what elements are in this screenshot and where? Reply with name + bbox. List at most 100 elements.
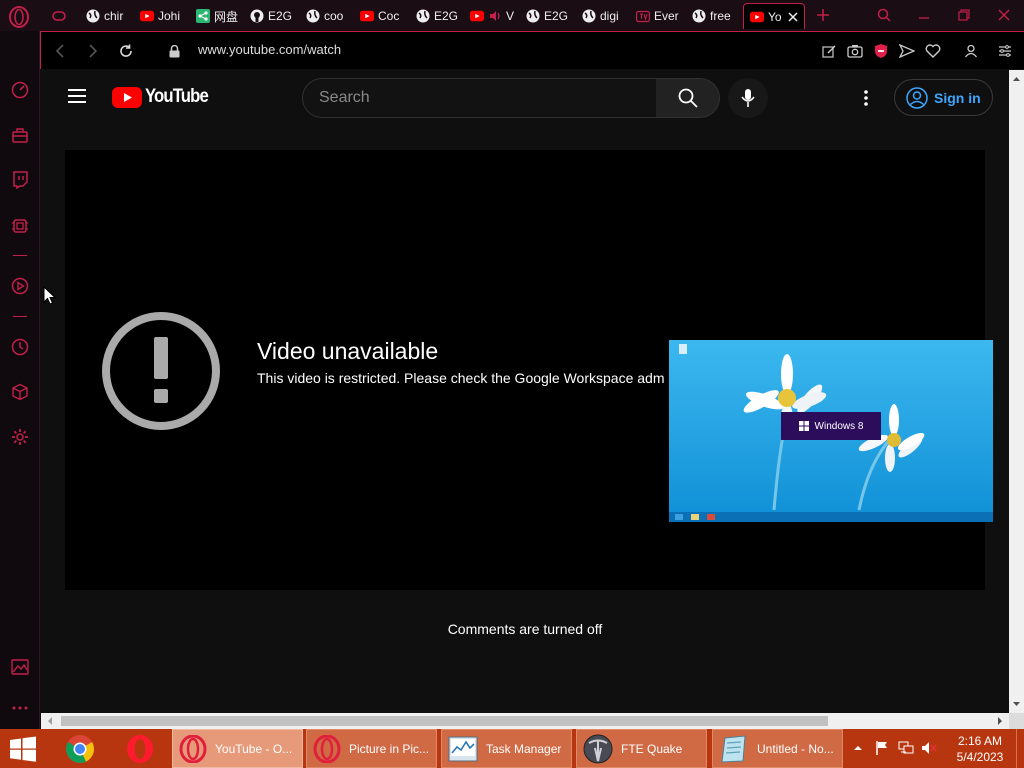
lock-icon[interactable] xyxy=(163,40,185,62)
scroll-left-arrow-icon[interactable] xyxy=(43,713,57,729)
back-button[interactable] xyxy=(49,40,71,62)
tab-label: Coc xyxy=(378,9,400,23)
mouse-cursor-icon xyxy=(43,286,56,306)
gamepad-icon xyxy=(52,9,66,23)
camera-icon[interactable] xyxy=(845,41,865,61)
youtube-logo-icon xyxy=(112,86,142,108)
taskbar-label: Picture in Pic... xyxy=(349,741,430,756)
settings-more-icon[interactable] xyxy=(857,88,875,108)
easy-setup-menu-icon[interactable] xyxy=(995,41,1015,61)
tab-label: E2G xyxy=(268,9,292,23)
tab-item[interactable]: Johi xyxy=(140,3,182,29)
youtube-icon xyxy=(470,9,484,23)
crypto-wallet-icon[interactable] xyxy=(9,215,31,237)
voice-search-button[interactable] xyxy=(728,78,768,118)
tab-label: coo xyxy=(324,9,344,23)
warning-exclamation-icon xyxy=(101,311,221,431)
chrome-pinned-button[interactable] xyxy=(57,729,103,768)
minimize-button[interactable] xyxy=(911,3,937,27)
share-icon xyxy=(196,9,210,23)
comments-status: Comments are turned off xyxy=(447,621,603,637)
taskbar-button-youtube[interactable]: YouTube - O... xyxy=(172,729,303,768)
search-icon xyxy=(678,88,698,108)
twitch-icon[interactable] xyxy=(9,169,31,191)
tab-item[interactable]: E2G xyxy=(416,3,458,29)
tab-item[interactable]: Coc xyxy=(360,3,402,29)
close-tab-icon[interactable] xyxy=(786,10,800,24)
browser-tab-bar: chir Johi 网盘 E2G coo Coc E2G V E2G digi … xyxy=(0,0,1024,31)
ad-blocker-shield-icon[interactable] xyxy=(871,41,891,61)
address-bar-row: www.youtube.com/watch xyxy=(40,31,1024,69)
heart-icon[interactable] xyxy=(923,41,943,61)
volume-muted-icon[interactable] xyxy=(921,740,937,756)
send-icon[interactable] xyxy=(897,41,917,61)
tab-label: Johi xyxy=(158,9,181,23)
easy-setup-icon[interactable] xyxy=(819,41,839,61)
tab-item[interactable]: chir xyxy=(86,3,128,29)
scroll-right-arrow-icon[interactable] xyxy=(993,713,1007,729)
taskbar-button-notepad[interactable]: Untitled - No... xyxy=(712,729,843,768)
tab-item[interactable]: 网盘 xyxy=(196,3,238,29)
shopping-bag-icon[interactable] xyxy=(9,124,31,146)
scroll-down-arrow-icon[interactable] xyxy=(1009,697,1024,711)
windows-taskbar: YouTube - O... Picture in Pic... Task Ma… xyxy=(0,729,1024,768)
account-circle-icon xyxy=(906,86,928,109)
microphone-icon xyxy=(741,89,755,107)
vertical-scrollbar[interactable] xyxy=(1009,70,1024,713)
windows8-label: Windows 8 xyxy=(814,420,864,432)
picture-in-picture-window[interactable]: Windows 8 xyxy=(669,340,993,522)
youtube-logo[interactable]: YouTube xyxy=(112,86,216,108)
network-icon[interactable] xyxy=(898,740,914,756)
action-center-flag-icon[interactable] xyxy=(874,740,890,756)
tab-item[interactable]: digi xyxy=(582,3,624,29)
tab-label: Ever xyxy=(654,9,679,23)
url-field[interactable]: www.youtube.com/watch xyxy=(198,42,341,57)
tab-item[interactable]: free xyxy=(692,3,736,29)
search-tabs-icon[interactable] xyxy=(871,3,897,27)
tab-gamepad[interactable] xyxy=(52,3,72,29)
sign-in-button[interactable]: Sign in xyxy=(894,79,993,116)
tab-item[interactable]: V xyxy=(470,3,514,29)
tab-item[interactable]: coo xyxy=(306,3,348,29)
globe-icon xyxy=(692,9,706,23)
new-tab-button[interactable] xyxy=(810,3,836,27)
reload-button[interactable] xyxy=(115,40,137,62)
tab-item[interactable]: Ever xyxy=(636,3,680,29)
taskbar-button-task-manager[interactable]: Task Manager xyxy=(441,729,572,768)
tab-item[interactable]: E2G xyxy=(250,3,292,29)
taskbar-button-pip[interactable]: Picture in Pic... xyxy=(306,729,437,768)
tab-active[interactable]: Yo xyxy=(743,3,805,29)
system-clock[interactable]: 2:16 AM 5/4/2023 xyxy=(950,733,1010,765)
opera-pinned-button[interactable] xyxy=(117,729,163,768)
start-button[interactable] xyxy=(0,729,46,768)
tv-icon xyxy=(636,9,650,23)
show-hidden-icons-icon[interactable] xyxy=(850,740,866,756)
tab-label: Yo xyxy=(768,9,782,24)
settings-gear-icon[interactable] xyxy=(9,426,31,448)
speaker-icon[interactable] xyxy=(488,9,502,23)
restore-button[interactable] xyxy=(951,3,977,27)
quake-icon xyxy=(583,734,613,763)
search-button[interactable] xyxy=(656,78,720,118)
hamburger-menu-icon[interactable] xyxy=(67,88,87,104)
tab-label: 网盘 xyxy=(214,9,238,24)
profile-icon[interactable] xyxy=(961,41,981,61)
tab-item[interactable]: E2G xyxy=(526,3,568,29)
forward-button[interactable] xyxy=(82,40,104,62)
player-icon[interactable] xyxy=(9,275,31,297)
opera-menu-icon[interactable] xyxy=(8,6,30,28)
scrollbar-thumb[interactable] xyxy=(61,716,828,726)
show-desktop-button[interactable] xyxy=(1016,729,1024,768)
tab-label: chir xyxy=(104,9,124,23)
scroll-up-arrow-icon[interactable] xyxy=(1009,72,1024,86)
taskbar-button-fte-quake[interactable]: FTE Quake xyxy=(576,729,707,768)
more-dots-icon[interactable] xyxy=(9,697,31,719)
image-gallery-icon[interactable] xyxy=(9,656,31,678)
close-window-button[interactable] xyxy=(991,3,1017,27)
extensions-cube-icon[interactable] xyxy=(9,381,31,403)
history-icon[interactable] xyxy=(9,336,31,358)
horizontal-scrollbar[interactable] xyxy=(41,713,1009,729)
speed-dial-icon[interactable] xyxy=(9,79,31,101)
clock-date: 5/4/2023 xyxy=(956,750,1004,764)
search-input[interactable]: Search xyxy=(302,78,658,118)
